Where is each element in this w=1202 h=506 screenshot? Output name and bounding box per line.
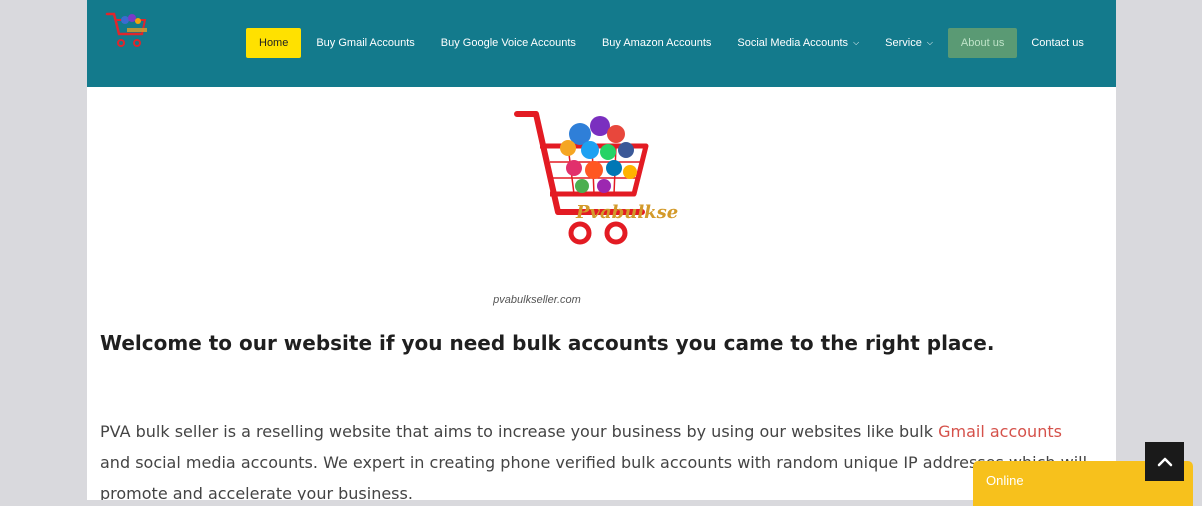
nav-social-media-label: Social Media Accounts	[737, 37, 849, 49]
nav-buy-amazon-label: Buy Amazon Accounts	[601, 37, 712, 49]
nav-home[interactable]: Home	[246, 28, 302, 58]
page-container: Home Buy Gmail Accounts Buy Google Voice…	[87, 0, 1116, 500]
nav-service[interactable]: Service ⌵	[872, 28, 946, 58]
nav-service-label: Service	[885, 37, 922, 49]
nav-social-media-accounts[interactable]: Social Media Accounts ⌵	[724, 28, 872, 58]
gmail-accounts-link[interactable]: Gmail accounts	[938, 422, 1062, 441]
nav-buy-gmail-accounts[interactable]: Buy Gmail Accounts	[303, 28, 427, 58]
intro-text-end: and social media accounts. We expert in …	[100, 453, 1088, 500]
hero-image-caption: pvabulkseller.com	[493, 294, 581, 306]
nav-home-label: Home	[259, 37, 289, 49]
cart-logo-icon[interactable]	[105, 10, 151, 50]
chevron-down-icon: ⌵	[853, 38, 860, 47]
scroll-to-top-button[interactable]	[1145, 442, 1184, 481]
pvabulkseller-logo-image: Pvabulkseller	[514, 111, 678, 245]
page-heading: Welcome to our website if you need bulk …	[100, 331, 995, 355]
chevron-up-icon	[1157, 457, 1172, 466]
chat-status-label: Online	[986, 473, 1024, 488]
intro-paragraph: PVA bulk seller is a reselling website t…	[100, 416, 1090, 500]
nav-buy-amazon-accounts[interactable]: Buy Amazon Accounts	[589, 28, 724, 58]
intro-text-start: PVA bulk seller is a reselling website t…	[100, 422, 939, 441]
nav-buy-google-voice-accounts[interactable]: Buy Google Voice Accounts	[428, 28, 589, 58]
nav-buy-gmail-label: Buy Gmail Accounts	[316, 37, 415, 49]
nav-about-us-label: About us	[960, 37, 1005, 49]
nav-contact-us[interactable]: Contact us	[1018, 28, 1097, 58]
nav-contact-us-label: Contact us	[1031, 37, 1084, 49]
nav-about-us[interactable]: About us	[947, 28, 1018, 58]
main-nav: Home Buy Gmail Accounts Buy Google Voice…	[246, 28, 1097, 58]
site-header: Home Buy Gmail Accounts Buy Google Voice…	[87, 0, 1116, 87]
chevron-down-icon: ⌵	[926, 38, 933, 47]
nav-buy-google-voice-label: Buy Google Voice Accounts	[440, 37, 576, 49]
svg-text:Pvabulkseller: Pvabulkseller	[575, 202, 678, 223]
